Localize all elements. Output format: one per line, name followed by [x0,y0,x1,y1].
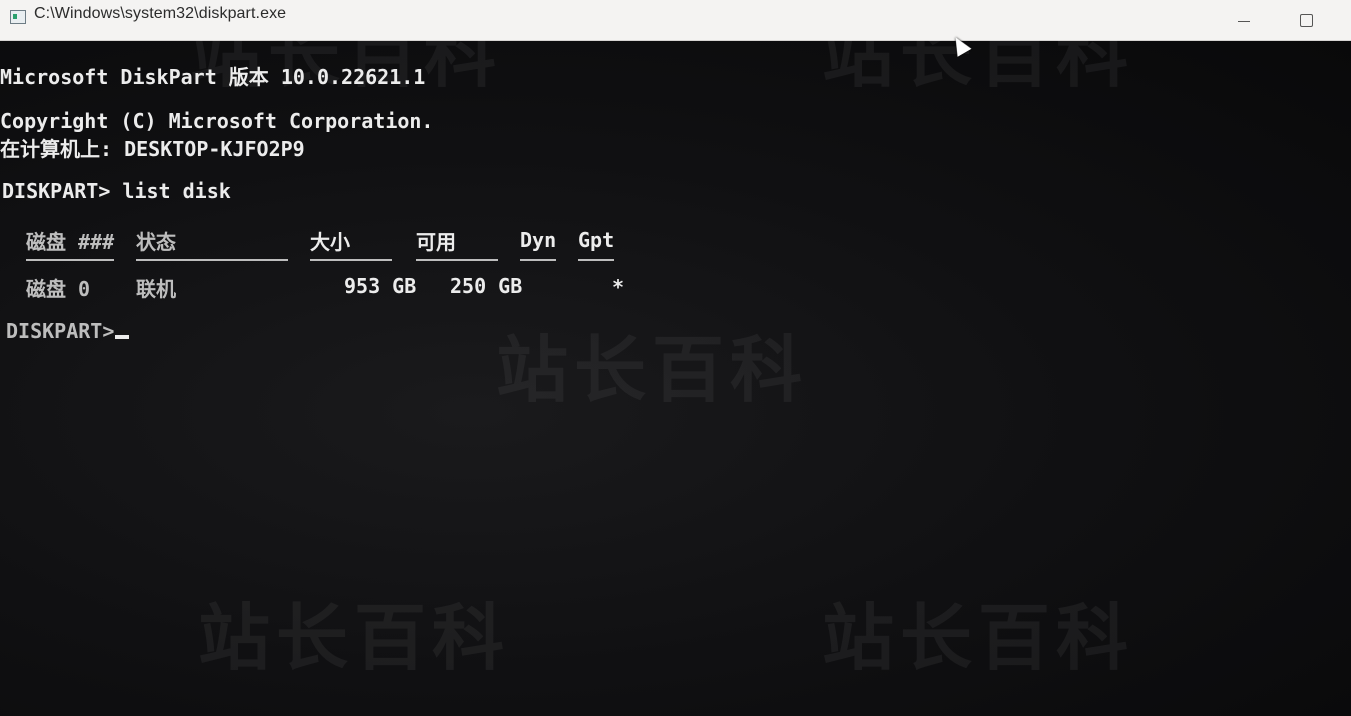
screen: C:\Windows\system32\diskpart.exe 站长百科 站长… [0,0,1351,716]
console-app-icon [10,10,26,24]
minimize-icon [1238,20,1250,22]
row-disk: 磁盘 0 [26,277,91,301]
header-underline-disk [26,259,114,261]
row-free: 250 GB [450,274,523,298]
copyright-line: Copyright (C) Microsoft Corporation. [0,109,434,133]
header-dyn: Dyn [520,228,557,252]
header-gpt: Gpt [578,228,615,252]
header-disk: 磁盘 ### [26,230,115,254]
computer-name-line: 在计算机上: DESKTOP-KJFO2P9 [0,137,305,161]
header-underline-gpt [578,259,614,261]
watermark-center: 站长百科 [496,328,809,412]
minimize-button[interactable] [1214,0,1274,40]
header-underline-free [416,259,498,261]
header-free: 可用 [416,230,456,254]
text-cursor [115,335,129,339]
header-underline-status [136,259,288,261]
header-underline-dyn [520,259,556,261]
row-gpt: * [612,275,625,299]
header-status: 状态 [136,230,176,254]
prompt-line: DISKPART> [6,319,115,343]
header-size: 大小 [310,230,350,254]
watermark-bottom-right: 站长百科 [822,596,1135,680]
watermark-top-right: 站长百科 [822,13,1135,97]
maximize-button[interactable] [1276,0,1336,40]
watermark-bottom-left: 站长百科 [198,596,511,680]
header-underline-size [310,259,392,261]
row-status: 联机 [136,277,176,301]
diskpart-version-line: Microsoft DiskPart 版本 10.0.22621.1 [0,65,426,89]
console-output[interactable]: 站长百科 站长百科 站长百科 站长百科 站长百科 Microsoft DiskP… [0,13,1351,716]
maximize-icon [1299,13,1313,27]
command-line: DISKPART> list disk [2,179,231,203]
row-size: 953 GB [344,274,417,298]
